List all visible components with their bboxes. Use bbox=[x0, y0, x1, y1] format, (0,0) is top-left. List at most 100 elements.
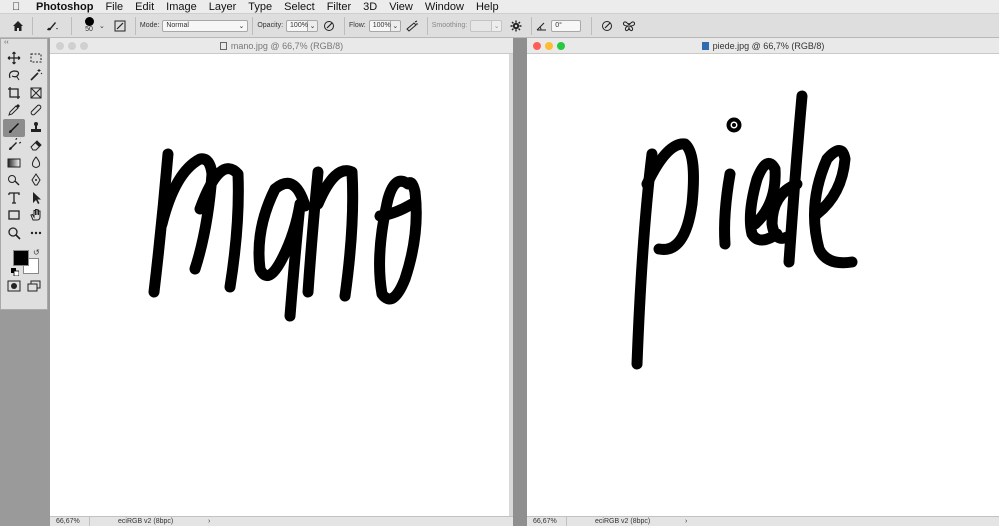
document-title-bar[interactable]: mano.jpg @ 66,7% (RGB/8) bbox=[50, 38, 513, 54]
opacity-dropdown-button[interactable]: ⌄ bbox=[308, 19, 319, 32]
mode-select[interactable]: Normal ⌄ bbox=[162, 19, 249, 32]
clone-stamp-tool[interactable] bbox=[25, 119, 47, 137]
color-profile: eciRGB v2 (8bpc) bbox=[595, 518, 651, 525]
mode-buttons bbox=[1, 280, 47, 292]
foreground-color-swatch[interactable] bbox=[13, 249, 29, 266]
maximize-button[interactable] bbox=[557, 42, 565, 50]
blur-tool[interactable] bbox=[25, 154, 47, 172]
lasso-tool[interactable] bbox=[3, 67, 25, 85]
more-tools-icon bbox=[30, 231, 42, 234]
minimize-button[interactable] bbox=[545, 42, 553, 50]
opacity-input[interactable]: 100% bbox=[286, 19, 309, 32]
swap-colors-icon[interactable]: ↺ bbox=[33, 248, 40, 257]
status-menu-arrow[interactable]: › bbox=[208, 518, 210, 525]
menu-view[interactable]: View bbox=[389, 1, 413, 13]
blur-tool-icon bbox=[31, 155, 41, 168]
airbrush-toggle[interactable] bbox=[404, 18, 420, 34]
gradient-tool-icon bbox=[7, 158, 21, 168]
eraser-tool[interactable] bbox=[25, 137, 47, 155]
screen-mode-icon[interactable] bbox=[27, 280, 41, 292]
menu-filter[interactable]: Filter bbox=[327, 1, 351, 13]
eyedropper-tool-icon bbox=[8, 104, 20, 117]
path-selection-tool-icon bbox=[33, 191, 41, 204]
home-icon bbox=[13, 20, 23, 31]
menu-file[interactable]: File bbox=[105, 1, 123, 13]
flow-label: Flow: bbox=[349, 22, 366, 29]
type-tool[interactable] bbox=[3, 189, 25, 207]
brush-settings-toggle[interactable] bbox=[112, 18, 128, 34]
menu-bar:  Photoshop File Edit Image Layer Type S… bbox=[0, 0, 999, 14]
default-colors-icon[interactable] bbox=[11, 267, 19, 276]
document-title-bar[interactable]: piede.jpg @ 66,7% (RGB/8) bbox=[527, 38, 999, 54]
angle-input[interactable]: 0° bbox=[551, 19, 582, 32]
menu-layer[interactable]: Layer bbox=[209, 1, 237, 13]
document-icon bbox=[219, 41, 227, 50]
brush-size-picker[interactable]: 50 bbox=[82, 17, 96, 34]
chevron-down-icon[interactable]: ⌄ bbox=[99, 22, 105, 30]
tool-preset-picker[interactable] bbox=[40, 18, 64, 34]
menu-window[interactable]: Window bbox=[425, 1, 464, 13]
document-icon bbox=[701, 41, 709, 50]
maximize-button[interactable] bbox=[80, 42, 88, 50]
brush-tool[interactable] bbox=[3, 119, 25, 137]
handwriting-piede bbox=[631, 90, 858, 370]
smoothing-dropdown-button[interactable]: ⌄ bbox=[492, 19, 503, 32]
window-controls bbox=[56, 42, 88, 50]
pressure-size-icon bbox=[602, 20, 613, 31]
opacity-value: 100% bbox=[290, 22, 308, 29]
symmetry-button[interactable] bbox=[621, 18, 637, 34]
move-tool[interactable] bbox=[3, 49, 25, 67]
crop-tool[interactable] bbox=[3, 84, 25, 102]
magic-wand-tool[interactable] bbox=[25, 67, 47, 85]
zoom-level[interactable]: 66,67% bbox=[50, 517, 90, 526]
gradient-tool[interactable] bbox=[3, 154, 25, 172]
menu-help[interactable]: Help bbox=[476, 1, 499, 13]
dodge-tool[interactable] bbox=[3, 172, 25, 190]
flow-dropdown-button[interactable]: ⌄ bbox=[390, 19, 401, 32]
collapse-panel-button[interactable]: ‹‹ bbox=[1, 39, 47, 47]
pressure-size-toggle[interactable] bbox=[599, 18, 615, 34]
flow-input[interactable]: 100% bbox=[368, 19, 391, 32]
brush-size-value: 50 bbox=[85, 26, 93, 33]
history-brush-tool[interactable] bbox=[3, 137, 25, 155]
hand-tool[interactable] bbox=[25, 207, 47, 225]
zoom-level[interactable]: 66,67% bbox=[527, 517, 567, 526]
menu-3d[interactable]: 3D bbox=[363, 1, 377, 13]
eyedropper-tool[interactable] bbox=[3, 102, 25, 120]
options-separator bbox=[531, 16, 533, 35]
smoothing-input[interactable] bbox=[470, 19, 493, 32]
canvas[interactable] bbox=[50, 54, 513, 516]
options-separator bbox=[426, 16, 428, 35]
path-selection-tool[interactable] bbox=[25, 189, 47, 207]
menu-app-name[interactable]: Photoshop bbox=[36, 1, 93, 13]
close-button[interactable] bbox=[56, 42, 64, 50]
pressure-opacity-toggle[interactable] bbox=[321, 18, 337, 34]
chevron-down-icon: ⌄ bbox=[493, 22, 500, 30]
menu-image[interactable]: Image bbox=[166, 1, 197, 13]
menu-type[interactable]: Type bbox=[248, 1, 272, 13]
close-button[interactable] bbox=[533, 42, 541, 50]
smoothing-options-button[interactable] bbox=[508, 18, 524, 34]
home-button[interactable] bbox=[8, 18, 28, 34]
rectangle-tool[interactable] bbox=[3, 207, 25, 225]
more-tools[interactable] bbox=[25, 224, 47, 242]
menu-select[interactable]: Select bbox=[284, 1, 315, 13]
options-separator bbox=[71, 16, 72, 35]
butterfly-icon bbox=[623, 20, 636, 31]
canvas[interactable] bbox=[527, 54, 999, 516]
brush-settings-icon bbox=[114, 20, 126, 31]
marquee-tool[interactable] bbox=[25, 49, 47, 67]
status-menu-arrow[interactable]: › bbox=[685, 518, 687, 525]
zoom-tool[interactable] bbox=[3, 224, 25, 242]
apple-menu-icon[interactable]:  bbox=[12, 1, 26, 13]
frame-tool[interactable] bbox=[25, 84, 47, 102]
brush-tip-preview bbox=[84, 17, 94, 26]
minimize-button[interactable] bbox=[68, 42, 76, 50]
pen-tool[interactable] bbox=[25, 172, 47, 190]
flow-value: 100% bbox=[372, 22, 391, 29]
airbrush-icon bbox=[406, 20, 418, 32]
menu-edit[interactable]: Edit bbox=[135, 1, 154, 13]
mode-value: Normal bbox=[166, 22, 189, 29]
healing-brush-tool[interactable] bbox=[25, 102, 47, 120]
quick-mask-icon[interactable] bbox=[7, 280, 21, 292]
